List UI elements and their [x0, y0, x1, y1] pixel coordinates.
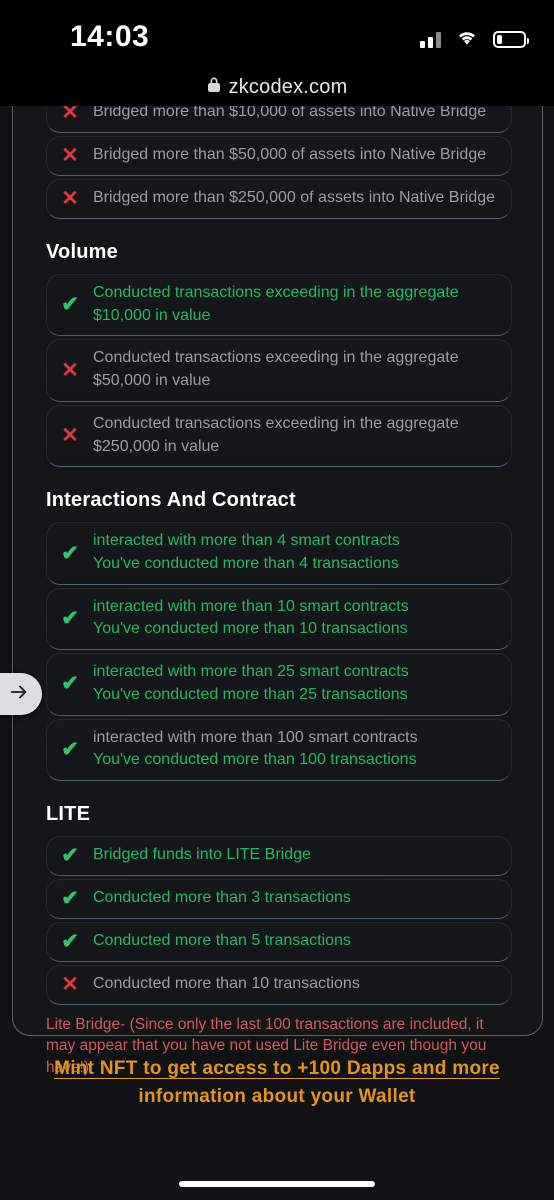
achievement-row: ✔ interacted with more than 25 smart cont…: [46, 653, 512, 716]
achievement-line: interacted with more than 4 smart contra…: [93, 532, 400, 550]
achievement-row: ✔ Bridged funds into LITE Bridge: [46, 836, 512, 877]
achievement-text: Conducted more than 3 transactions: [93, 887, 501, 910]
cross-icon: ✕: [61, 358, 79, 382]
check-icon: ✔: [61, 930, 79, 954]
achievement-text: Conducted more than 10 transactions: [93, 973, 501, 996]
cross-icon: ✕: [61, 424, 79, 448]
achievement-line: Conducted more than 5 transactions: [93, 932, 351, 950]
achievement-text: Conducted transactions exceeding in the …: [93, 282, 501, 327]
achievement-text: Conducted transactions exceeding in the …: [93, 413, 501, 458]
achievement-row: ✕ Conducted more than 10 transactions: [46, 965, 512, 1006]
achievement-text: interacted with more than 100 smart cont…: [93, 727, 501, 772]
status-bar: 14:03: [0, 0, 554, 68]
achievement-line: Bridged more than $250,000 of assets int…: [93, 189, 496, 207]
achievement-text: interacted with more than 4 smart contra…: [93, 530, 501, 575]
check-icon: ✔: [61, 887, 79, 911]
cta-line-1: Mint NFT to get access to +100 Dapps and…: [54, 1058, 500, 1079]
achievement-line: Conducted transactions exceeding in the …: [93, 349, 459, 390]
check-icon: ✔: [61, 541, 79, 565]
achievement-line: You've conducted more than 100 transacti…: [93, 751, 417, 769]
achievement-row: ✔ Conducted more than 5 transactions: [46, 922, 512, 963]
achievements-card: ✕ Bridged more than $10,000 of assets int…: [12, 0, 543, 1076]
achievement-line: Conducted more than 10 transactions: [93, 975, 360, 993]
achievement-row: ✕ Bridged more than $50,000 of assets int…: [46, 136, 512, 176]
achievement-line: Conducted more than 3 transactions: [93, 889, 351, 907]
achievement-row: ✔ interacted with more than 4 smart contr…: [46, 522, 512, 585]
achievement-row: ✕ Conducted transactions exceeding in the…: [46, 404, 512, 468]
check-icon: ✔: [61, 606, 79, 630]
check-icon: ✔: [61, 293, 79, 317]
cell-signal-icon: [420, 31, 441, 48]
url-text: zkcodex.com: [228, 75, 348, 98]
achievement-text: Bridged funds into LITE Bridge: [93, 844, 501, 867]
achievement-line: interacted with more than 10 smart contr…: [93, 597, 409, 615]
check-icon: ✔: [61, 844, 79, 868]
achievement-line: interacted with more than 25 smart contr…: [93, 663, 409, 681]
achievement-line: interacted with more than 100 smart cont…: [93, 728, 418, 746]
phone-screen: ✕ Bridged more than $10,000 of assets int…: [0, 0, 554, 1200]
achievement-text: Bridged more than $250,000 of assets int…: [93, 187, 501, 210]
status-bar-clock: 14:03: [70, 20, 150, 53]
achievement-text: Conducted more than 5 transactions: [93, 930, 501, 953]
achievement-row: ✔ interacted with more than 100 smart con…: [46, 718, 512, 782]
achievement-row: ✕ Bridged more than $250,000 of assets in…: [46, 179, 512, 219]
achievement-row: ✔ Conducted transactions exceeding in the…: [46, 274, 512, 337]
achievement-line: You've conducted more than 10 transactio…: [93, 620, 408, 638]
cross-icon: ✕: [61, 144, 79, 167]
achievement-text: Conducted transactions exceeding in the …: [93, 347, 501, 392]
wifi-icon: [455, 28, 479, 51]
browser-url-bar[interactable]: zkcodex.com: [0, 68, 554, 106]
check-icon: ✔: [61, 737, 79, 761]
achievements-list: ✕ Bridged more than $10,000 of assets int…: [46, 93, 512, 1078]
webpage-content: ✕ Bridged more than $10,000 of assets int…: [0, 0, 554, 1200]
achievement-text: interacted with more than 25 smart contr…: [93, 661, 501, 706]
section-title: Volume: [46, 241, 118, 263]
cross-icon: ✕: [61, 187, 79, 210]
arrow-right-icon: [8, 681, 30, 708]
achievement-row: ✕ Conducted transactions exceeding in the…: [46, 339, 512, 402]
section-title: Interactions And Contract: [46, 489, 296, 512]
browser-forward-tab[interactable]: [0, 673, 42, 715]
mint-nft-cta[interactable]: Mint NFT to get access to +100 Dapps and…: [0, 1055, 554, 1111]
achievement-line: Conducted transactions exceeding in the …: [93, 284, 459, 324]
achievement-line: You've conducted more than 25 transactio…: [93, 685, 408, 703]
achievement-text: interacted with more than 10 smart contr…: [93, 596, 501, 641]
check-icon: ✔: [61, 672, 79, 696]
battery-low-icon: [493, 31, 529, 48]
status-bar-icons: [420, 28, 529, 51]
cross-icon: ✕: [61, 973, 79, 997]
achievement-line: Conducted transactions exceeding in the …: [93, 414, 459, 455]
achievement-text: Bridged more than $50,000 of assets into…: [93, 144, 501, 167]
home-indicator[interactable]: [179, 1181, 375, 1187]
lock-icon: [207, 76, 221, 98]
achievement-line: Bridged funds into LITE Bridge: [93, 846, 311, 864]
achievement-line: You've conducted more than 4 transaction…: [93, 555, 399, 573]
section-title: LITE: [46, 803, 91, 826]
cta-line-2: information about your Wallet: [138, 1086, 416, 1108]
achievement-row: ✔ interacted with more than 10 smart cont…: [46, 587, 512, 651]
achievement-row: ✔ Conducted more than 3 transactions: [46, 879, 512, 920]
achievement-line: Bridged more than $50,000 of assets into…: [93, 146, 487, 164]
